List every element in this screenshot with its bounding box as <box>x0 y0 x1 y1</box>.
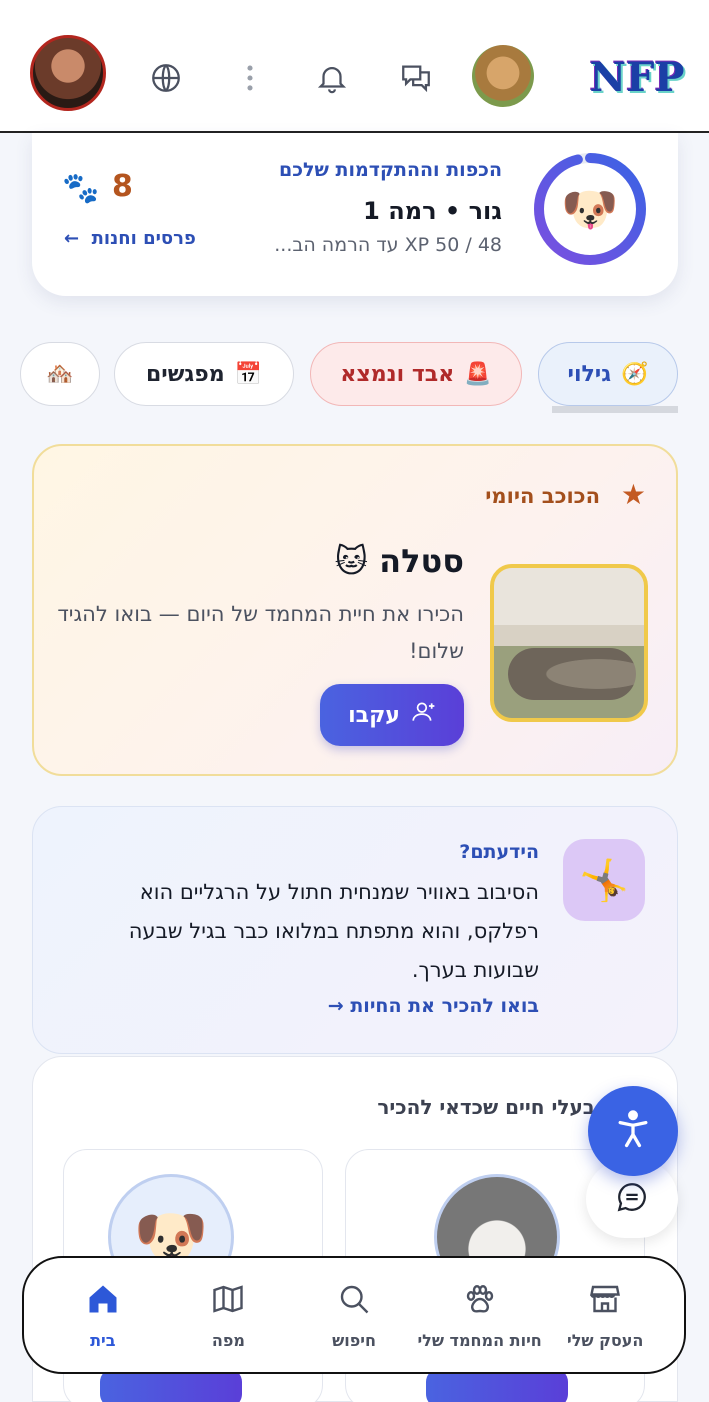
logo-text: NFP <box>589 53 685 101</box>
level-progress-ring: 🐶 <box>532 151 648 267</box>
chip-active-indicator <box>552 406 678 413</box>
xp-progress-text: 48 / 50 XP עד הרמה הב... <box>274 234 502 256</box>
meet-animals-link[interactable]: בואו להכיר את החיות → <box>328 995 539 1017</box>
rewards-link[interactable]: פרסים וחנות ← <box>64 228 196 249</box>
paw-count: 8 <box>112 169 133 204</box>
nav-home[interactable]: בית <box>40 1281 166 1350</box>
cat-figure <box>508 648 636 700</box>
chip-meetups[interactable]: 📅 מפגשים <box>114 342 294 406</box>
paw-icon: 🐾 <box>62 171 100 206</box>
chat-icon <box>615 1180 649 1218</box>
nav-label: חיפוש <box>332 1330 376 1350</box>
pet-avatar[interactable] <box>472 45 534 107</box>
chip-shelters[interactable]: 🏘️ <box>20 342 100 406</box>
chat-bubbles-icon[interactable] <box>396 58 436 98</box>
level-avatar-emoji: 🐶 <box>546 165 634 253</box>
nav-label: חיות המחמד שלי <box>417 1330 542 1350</box>
follow-button[interactable]: עקבו <box>320 684 464 746</box>
cartwheel-icon: 🤸 <box>563 839 645 921</box>
rewards-link-label: פרסים וחנות <box>91 228 196 249</box>
siren-icon: 🚨 <box>464 361 492 387</box>
fact-title: הידעתם? <box>459 841 539 863</box>
arrow-left-icon: ← <box>64 228 86 249</box>
compass-icon: 🧭 <box>621 361 649 387</box>
progress-card[interactable]: 🐶 הכפות וההתקדמות שלכם גור • רמה 1 48 / … <box>32 133 678 296</box>
star-icon: ★ <box>620 478 646 511</box>
chip-label: אבד ונמצא <box>340 361 455 387</box>
bottom-navigation: בית מפה חיפוש חיות המחמד שלי העסק שלי <box>22 1256 686 1374</box>
app-header: NFP <box>0 0 709 133</box>
daily-star-card: ★ הכוכב היומי סטלה 🐱 הכירו את חיית המחמד… <box>32 444 678 776</box>
level-label: גור • רמה 1 <box>363 197 502 225</box>
nav-my-pets[interactable]: חיות המחמד שלי <box>417 1281 543 1350</box>
bell-icon[interactable] <box>312 58 352 98</box>
nav-search[interactable]: חיפוש <box>291 1281 417 1350</box>
user-avatar[interactable] <box>30 35 106 111</box>
app-logo[interactable]: NFP <box>589 48 684 106</box>
more-vertical-icon[interactable] <box>230 58 270 98</box>
daily-star-name: סטלה 🐱 <box>334 542 464 580</box>
accessibility-button[interactable] <box>588 1086 678 1176</box>
store-icon <box>587 1281 623 1321</box>
accessibility-icon <box>611 1107 655 1155</box>
calendar-icon: 📅 <box>234 361 263 387</box>
suggested-title: בעלי חיים שכדאי להכיר <box>377 1095 595 1119</box>
nav-my-business[interactable]: העסק שלי <box>542 1281 668 1350</box>
daily-star-photo[interactable] <box>490 564 648 722</box>
globe-icon[interactable] <box>146 58 186 98</box>
daily-star-title: הכוכב היומי <box>485 484 600 508</box>
chip-discover[interactable]: 🧭 גילוי <box>538 342 678 406</box>
nav-label: בית <box>90 1330 116 1350</box>
nav-label: העסק שלי <box>567 1330 644 1350</box>
daily-star-description: הכירו את חיית המחמד של היום — בואו להגיד… <box>57 602 464 663</box>
follow-label: עקבו <box>348 702 400 728</box>
fact-card: 🤸 הידעתם? הסיבוב באוויר שמנחית חתול על ה… <box>32 806 678 1054</box>
nav-map[interactable]: מפה <box>166 1281 292 1350</box>
chip-lost-found[interactable]: 🚨 אבד ונמצא <box>310 342 522 406</box>
add-user-icon <box>410 699 436 731</box>
chip-label: מפגשים <box>145 361 225 387</box>
chip-label: גילוי <box>567 361 612 387</box>
nav-label: מפה <box>211 1330 245 1350</box>
search-icon <box>336 1281 372 1321</box>
map-icon <box>210 1281 246 1321</box>
paw-icon <box>462 1281 498 1321</box>
home-icon <box>85 1281 121 1321</box>
houses-icon: 🏘️ <box>46 361 74 387</box>
progress-title: הכפות וההתקדמות שלכם <box>279 159 502 181</box>
fact-text: הסיבוב באוויר שמנחית חתול על הרגליים הוא… <box>128 880 539 982</box>
